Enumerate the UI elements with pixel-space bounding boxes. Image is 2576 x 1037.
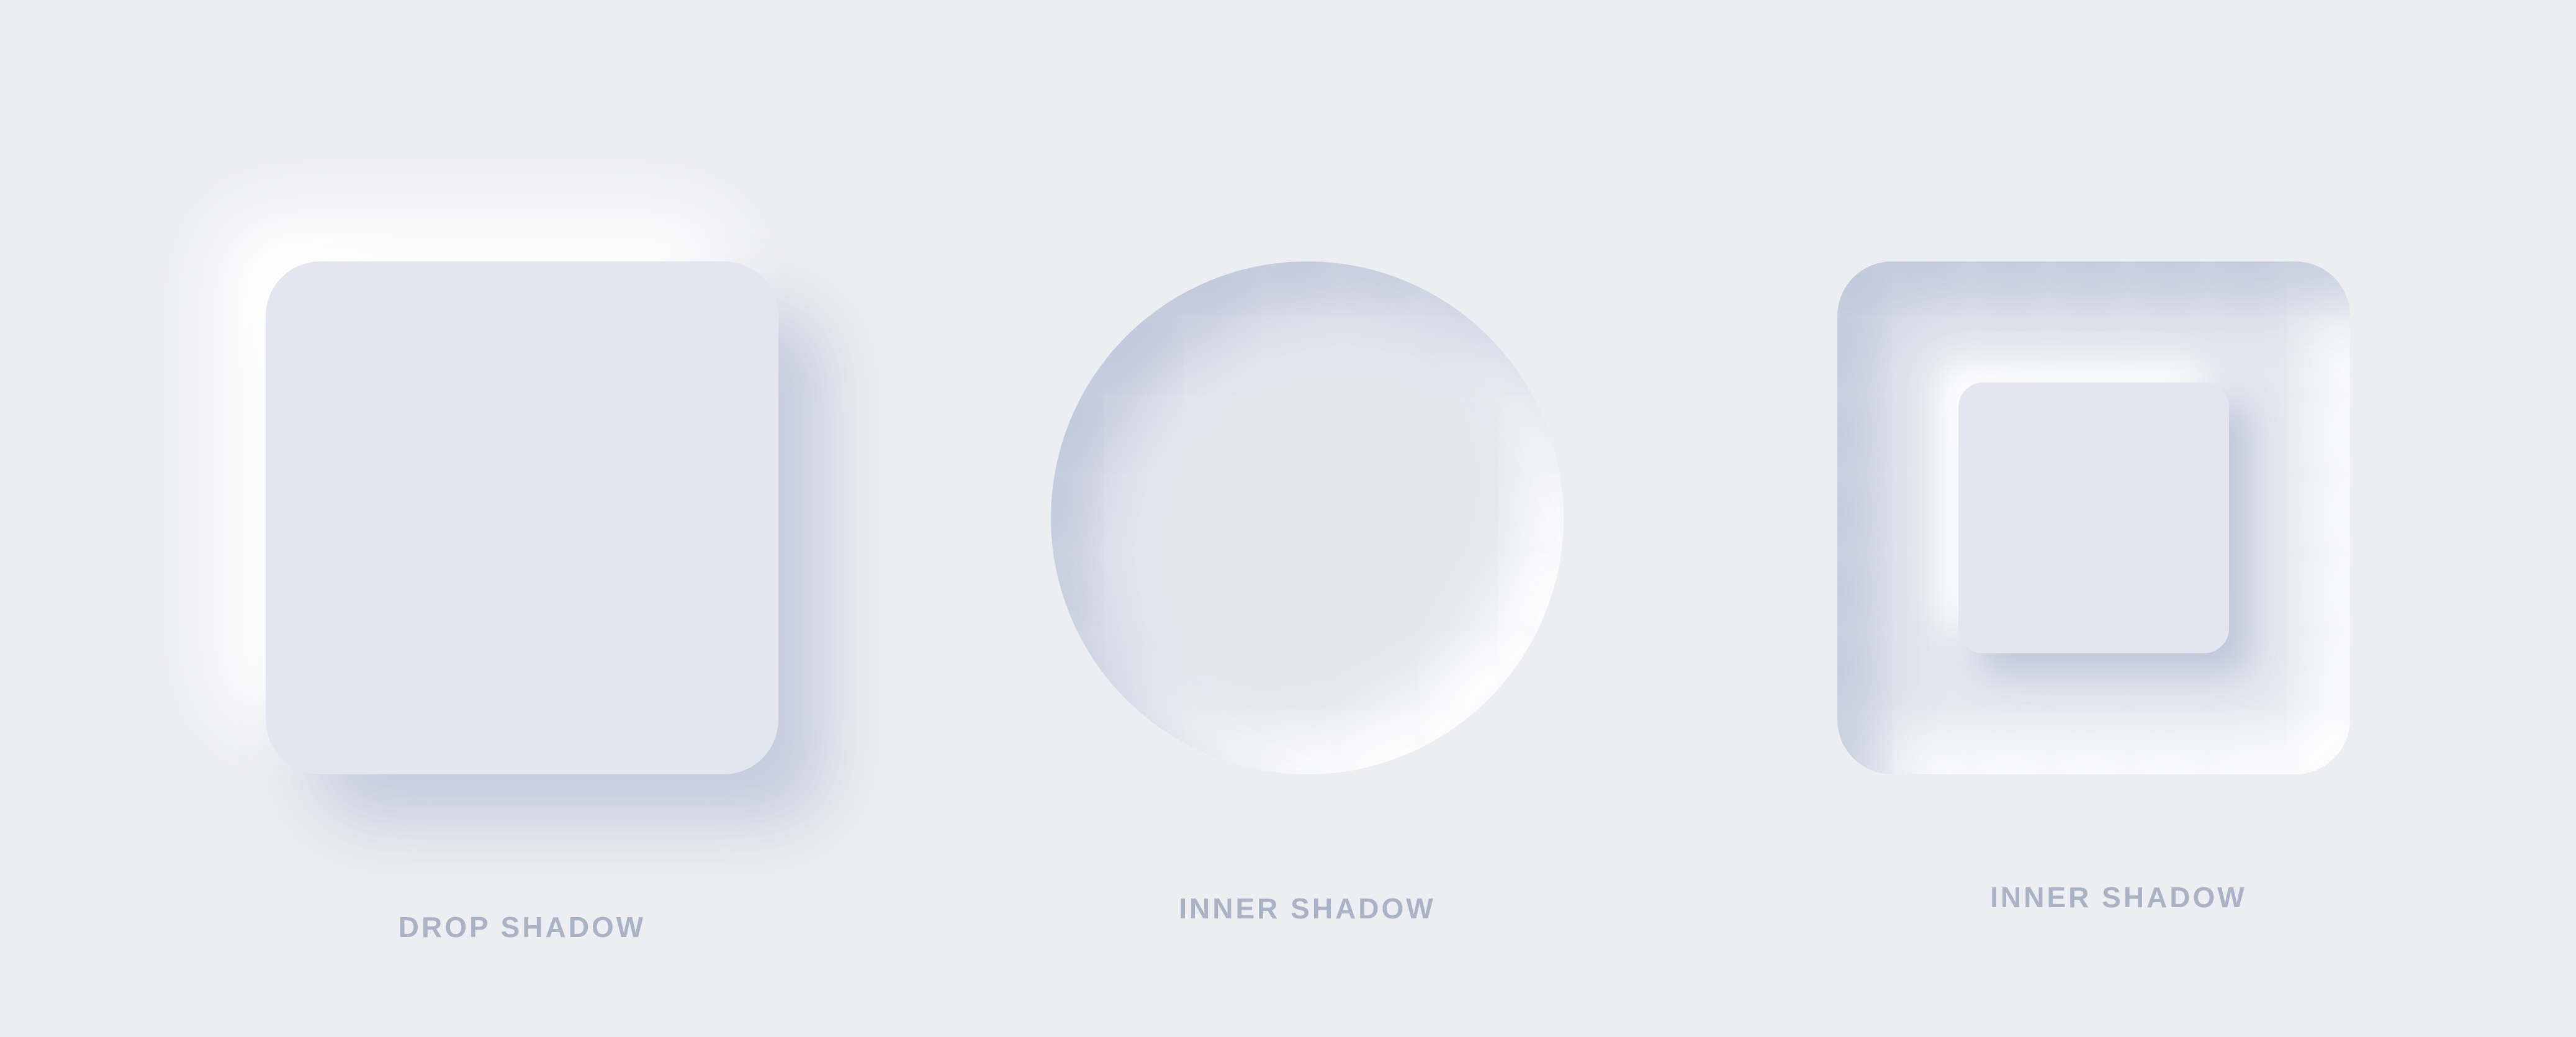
raised-inner-square — [1958, 383, 2229, 653]
inner-shadow-circle-label: INNER SHADOW — [1179, 892, 1436, 925]
drop-shadow-card — [266, 261, 778, 774]
inner-shadow-circle — [1051, 261, 1564, 774]
canvas: DROP SHADOW INNER SHADOW INNER SHADOW — [0, 0, 2576, 1037]
drop-shadow-label: DROP SHADOW — [398, 911, 646, 943]
inner-shadow-square — [1837, 261, 2350, 774]
inner-shadow-square-label: INNER SHADOW — [1990, 881, 2247, 913]
